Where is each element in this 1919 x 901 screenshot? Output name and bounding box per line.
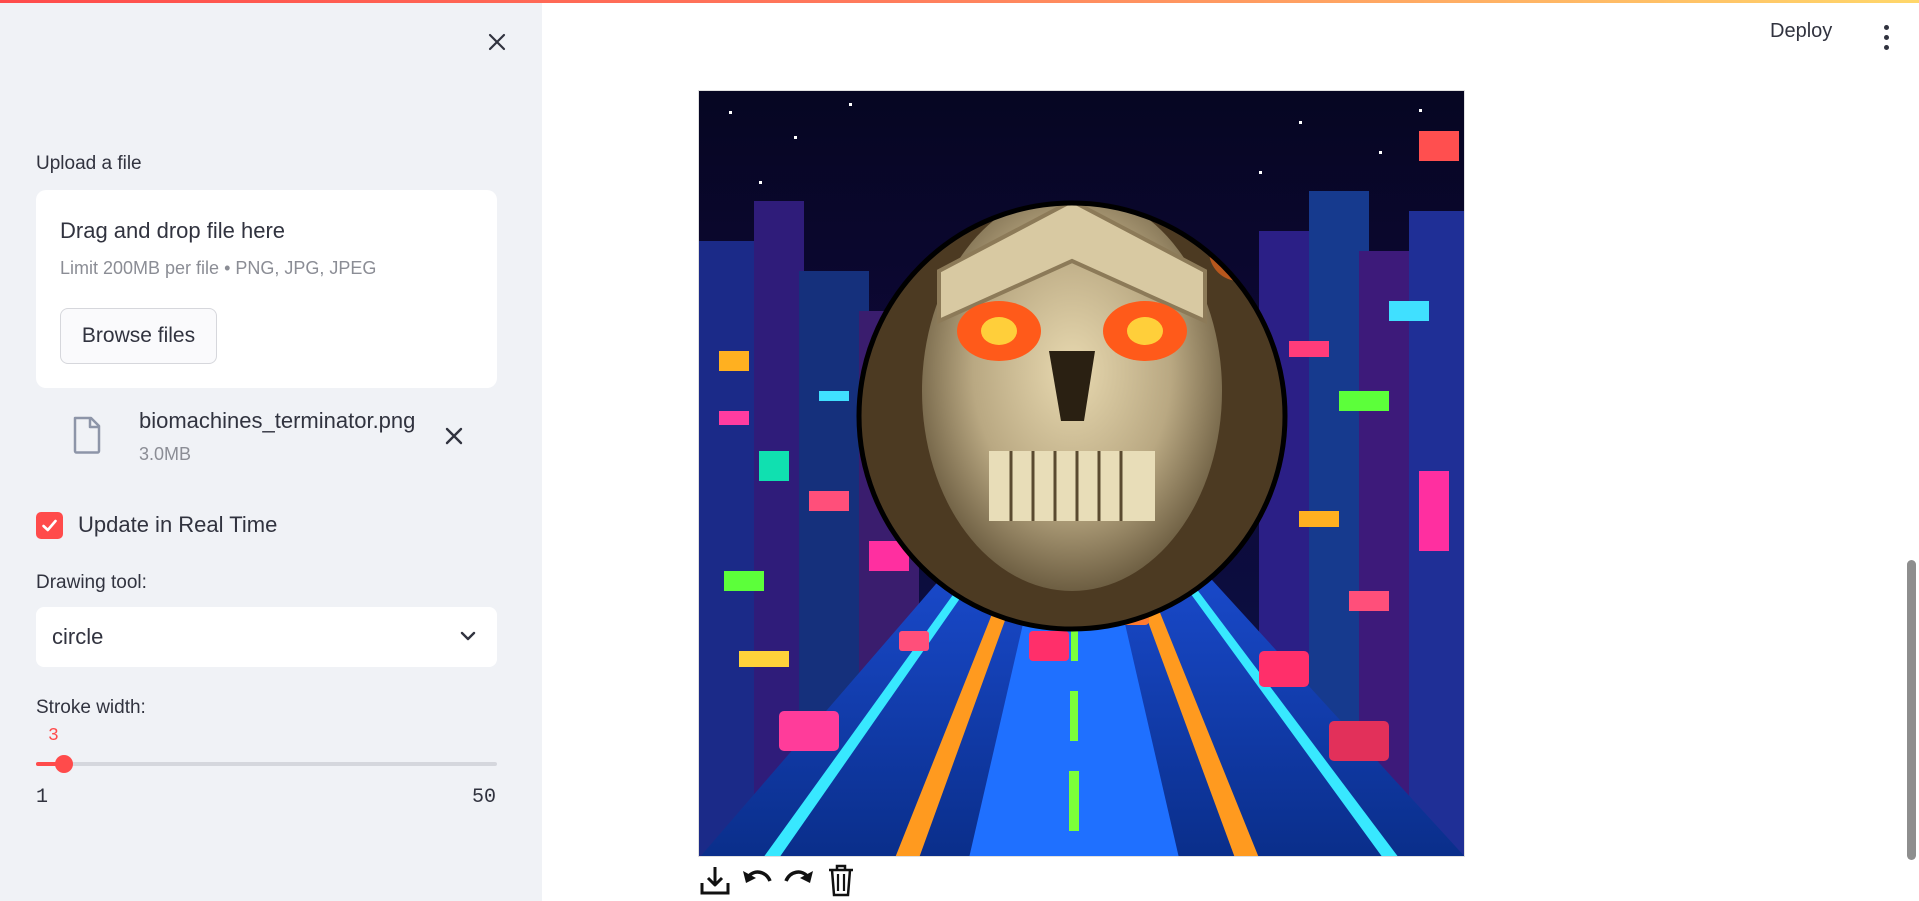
dropzone-title: Drag and drop file here — [60, 218, 286, 243]
redo-button[interactable] — [782, 863, 816, 897]
slider-thumb[interactable] — [54, 755, 73, 773]
drawing-tool-value: circle — [52, 624, 104, 649]
stroke-width-label: Stroke width: — [36, 697, 146, 718]
drawing-tool-select[interactable]: circle — [36, 607, 497, 667]
close-icon — [488, 33, 506, 51]
browse-files-button[interactable]: Browse files — [60, 308, 217, 364]
checkmark-icon — [42, 519, 57, 531]
upload-label: Upload a file — [36, 153, 142, 174]
top-decoration-stripe — [0, 0, 1919, 3]
download-icon — [700, 867, 730, 895]
realtime-label: Update in Real Time — [78, 512, 278, 537]
menu-dot — [1883, 45, 1889, 50]
canvas-background-image — [699, 91, 1464, 856]
file-size: 3.0MB — [139, 444, 192, 464]
sidebar: Upload a file Drag and drop file here Li… — [0, 0, 542, 901]
undo-button[interactable] — [740, 863, 774, 897]
menu-dot — [1883, 35, 1889, 40]
realtime-checkbox[interactable] — [36, 511, 63, 539]
realtime-checkbox-row[interactable]: Update in Real Time — [36, 509, 277, 541]
page-scrollbar[interactable] — [1907, 560, 1916, 860]
clear-canvas-button[interactable] — [824, 863, 858, 897]
canvas-toolbar — [698, 862, 858, 898]
stroke-width-value: 3 — [48, 726, 59, 746]
stroke-width-slider[interactable] — [36, 755, 497, 773]
file-icon — [73, 416, 101, 454]
main-menu-button[interactable] — [1878, 22, 1894, 52]
close-icon — [445, 427, 463, 445]
dropzone-limit: Limit 200MB per file • PNG, JPG, JPEG — [60, 258, 377, 278]
chevron-down-icon — [460, 631, 476, 641]
undo-icon — [743, 870, 772, 883]
drawing-canvas[interactable] — [698, 90, 1465, 857]
redo-icon — [784, 870, 813, 883]
deploy-button[interactable]: Deploy — [1770, 20, 1832, 43]
uploaded-file: biomachines_terminator.png 3.0MB — [36, 400, 497, 470]
slider-max-label: 50 — [472, 786, 497, 809]
download-button[interactable] — [698, 863, 732, 897]
file-dropzone[interactable]: Drag and drop file here Limit 200MB per … — [36, 190, 497, 388]
trash-icon — [829, 864, 853, 897]
file-name: biomachines_terminator.png — [139, 408, 416, 433]
close-sidebar-button[interactable] — [481, 26, 513, 58]
menu-dot — [1883, 25, 1889, 30]
slider-min-label: 1 — [36, 786, 49, 809]
drawing-tool-label: Drawing tool: — [36, 572, 147, 593]
remove-file-button[interactable] — [441, 423, 467, 449]
